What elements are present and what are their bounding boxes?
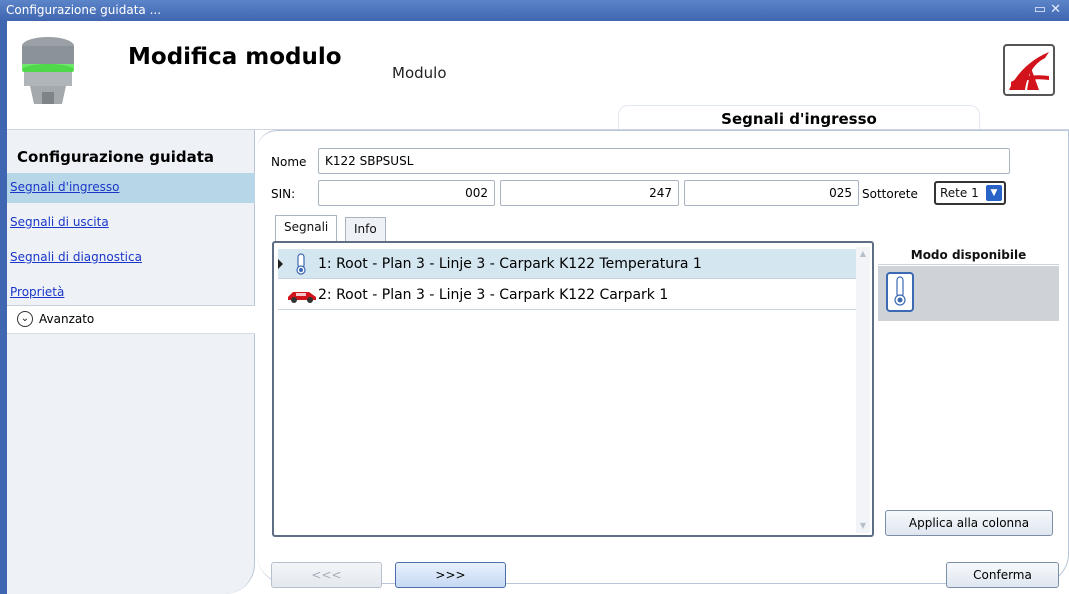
window-title: Configurazione guidata ... — [6, 3, 162, 17]
sin-field-3[interactable]: 025 — [684, 180, 859, 206]
window-controls[interactable]: ▭✕ — [1034, 2, 1065, 17]
sidebar-item-segnali-ingresso[interactable]: Segnali d'ingresso — [7, 173, 255, 203]
dropdown-arrow-icon[interactable]: ▼ — [986, 185, 1002, 201]
module-device-icon — [20, 32, 76, 114]
name-field[interactable]: K122 SBPSUSL — [318, 148, 1010, 174]
signal-row[interactable]: 2: Root - Plan 3 - Linje 3 - Carpark K12… — [278, 280, 856, 310]
sidebar-item-proprieta[interactable]: Proprietà — [7, 278, 255, 308]
apply-column-button[interactable]: Applica alla colonna — [885, 510, 1053, 536]
grid-scrollbar[interactable]: ▲ ▼ — [856, 247, 870, 533]
mode-panel-title: Modo disponibile — [878, 243, 1059, 265]
chevron-down-icon[interactable]: ⌄ — [17, 311, 33, 327]
advanced-expander[interactable]: ⌄ Avanzato — [7, 306, 255, 334]
signals-grid: 1: Root - Plan 3 - Linje 3 - Carpark K12… — [272, 241, 874, 537]
close-icon[interactable]: ✕ — [1050, 2, 1065, 17]
signal-row[interactable]: 1: Root - Plan 3 - Linje 3 - Carpark K12… — [278, 249, 856, 279]
subnet-label: Sottorete — [862, 187, 918, 201]
page-subtitle: Modulo — [392, 64, 447, 82]
subnet-value: Rete 1 — [940, 186, 979, 200]
window-titlebar: Configurazione guidata ... ▭✕ — [0, 0, 1069, 21]
signal-label: 2: Root - Plan 3 - Linje 3 - Carpark K12… — [318, 287, 669, 303]
thermometer-icon[interactable] — [886, 272, 914, 312]
mode-option-area — [878, 266, 1059, 321]
confirm-button[interactable]: Conferma — [946, 562, 1059, 588]
name-label: Nome — [271, 155, 307, 169]
sin-field-1[interactable]: 002 — [318, 180, 495, 206]
scroll-down-icon[interactable]: ▼ — [858, 521, 868, 530]
maximize-icon[interactable]: ▭ — [1034, 2, 1050, 17]
next-button[interactable]: >>> — [395, 562, 506, 588]
brand-logo — [1003, 44, 1055, 96]
signal-label: 1: Root - Plan 3 - Linje 3 - Carpark K12… — [318, 256, 702, 272]
sin-field-2[interactable]: 247 — [500, 180, 679, 206]
sidebar: Configurazione guidata Segnali d'ingress… — [7, 130, 255, 594]
row-pointer-icon — [278, 259, 283, 269]
subnet-select[interactable]: Rete 1 ▼ — [934, 181, 1006, 205]
sidebar-title: Configurazione guidata — [17, 148, 215, 166]
mode-panel: Modo disponibile — [878, 243, 1059, 539]
sin-label: SIN: — [271, 187, 296, 201]
car-icon — [287, 284, 317, 306]
tab-info[interactable]: Info — [345, 217, 386, 241]
back-button[interactable]: <<< — [271, 562, 382, 588]
advanced-label: Avanzato — [39, 312, 95, 326]
section-tab: Segnali d'ingresso — [618, 105, 980, 130]
window-border — [0, 21, 7, 594]
page-title: Modifica modulo — [128, 44, 342, 70]
tab-segnali[interactable]: Segnali — [275, 215, 338, 241]
thermometer-icon — [287, 253, 317, 275]
sidebar-item-segnali-uscita[interactable]: Segnali di uscita — [7, 208, 255, 238]
scroll-up-icon[interactable]: ▲ — [858, 249, 868, 258]
sidebar-item-segnali-diagnostica[interactable]: Segnali di diagnostica — [7, 243, 255, 273]
